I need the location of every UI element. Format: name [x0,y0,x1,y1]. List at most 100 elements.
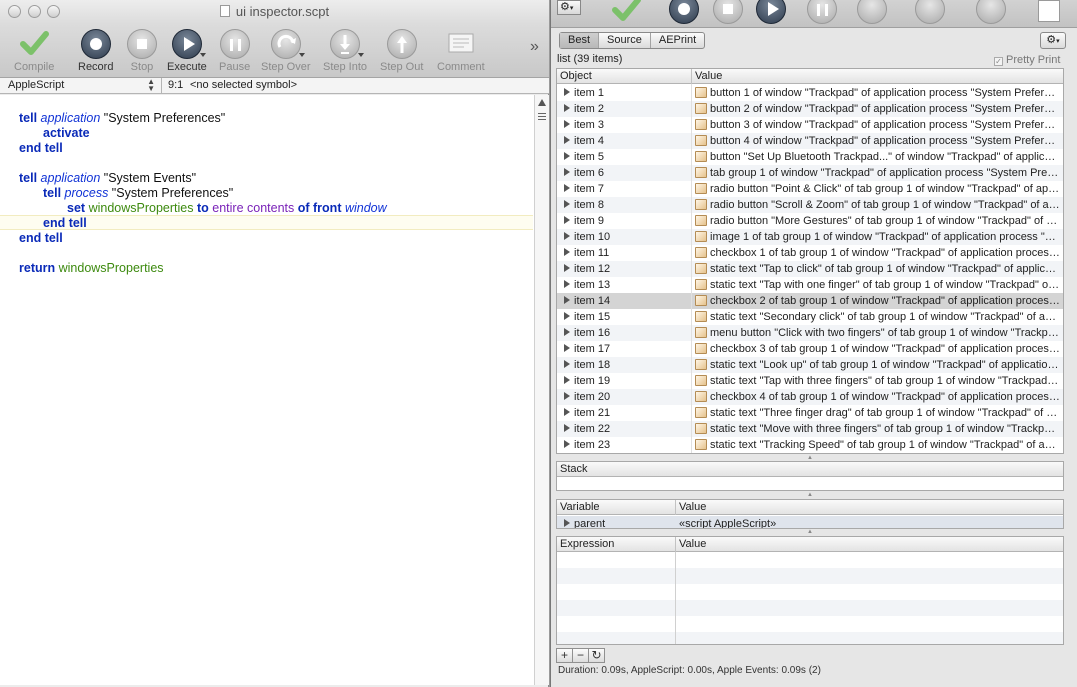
column-header-value[interactable]: Value [676,537,706,551]
disclosure-triangle-icon[interactable] [564,519,570,527]
pause-icon[interactable] [807,0,837,24]
column-header-value[interactable]: Value [676,500,706,514]
step-over-icon[interactable] [857,0,887,24]
column-header-value[interactable]: Value [692,69,722,83]
table-row[interactable]: item 11 checkbox 1 of tab group 1 of wind… [557,245,1063,261]
table-row[interactable]: item 12 static text "Tap to click" of tab… [557,261,1063,277]
remove-expression-button[interactable]: − [572,648,589,663]
table-row[interactable]: item 21 static text "Three finger drag" o… [557,405,1063,421]
symbol-popup[interactable]: <no selected symbol> [190,78,297,93]
step-over-button[interactable]: Step Over [261,29,311,73]
refresh-icon[interactable]: ↻ [588,648,605,663]
disclosure-triangle-icon[interactable] [564,328,570,336]
step-into-icon[interactable] [915,0,945,24]
disclosure-triangle-icon[interactable] [564,216,570,224]
execute-button[interactable]: Execute [167,29,207,73]
table-row[interactable]: item 8 radio button "Scroll & Zoom" of ta… [557,197,1063,213]
disclosure-triangle-icon[interactable] [564,184,570,192]
disclosure-triangle-icon[interactable] [564,264,570,272]
pause-button[interactable]: Pause [219,29,250,73]
table-row[interactable]: item 10 image 1 of tab group 1 of window … [557,229,1063,245]
table-row[interactable]: item 9 radio button "More Gestures" of ta… [557,213,1063,229]
stop-icon[interactable] [713,0,743,24]
disclosure-triangle-icon[interactable] [564,344,570,352]
variable-row[interactable]: parent «script AppleScript» [557,516,1063,528]
tab-aeprint[interactable]: AEPrint [651,33,704,48]
disclosure-triangle-icon[interactable] [564,88,570,96]
disclosure-triangle-icon[interactable] [564,312,570,320]
disclosure-triangle-icon[interactable] [564,440,570,448]
result-gear-button[interactable]: ⚙▾ [1040,32,1066,49]
table-row[interactable]: item 15 static text "Secondary click" of … [557,309,1063,325]
split-view-handle[interactable]: ▲ [556,529,1064,535]
checkmark-icon[interactable] [611,0,641,27]
language-popup[interactable]: AppleScript ▲ ▼ [0,78,162,93]
disclosure-triangle-icon[interactable] [564,168,570,176]
disclosure-triangle-icon[interactable] [564,120,570,128]
table-row[interactable]: item 13 static text "Tap with one finger"… [557,277,1063,293]
disclosure-triangle-icon[interactable] [564,296,570,304]
column-header-variable[interactable]: Variable [557,500,600,514]
record-icon[interactable] [669,0,699,24]
table-row[interactable]: item 4 button 4 of window "Trackpad" of a… [557,133,1063,149]
object-reference-icon [695,375,707,386]
record-button[interactable]: Record [78,29,113,73]
gear-menu-button[interactable]: ⚙▾ [557,0,581,15]
column-header-object[interactable]: Object [557,69,592,83]
disclosure-triangle-icon[interactable] [564,232,570,240]
code-line-2: activate [43,126,90,140]
result-table-scrollbar[interactable] [1065,68,1074,454]
scroll-up-icon[interactable] [538,99,546,106]
disclosure-triangle-icon[interactable] [564,136,570,144]
stack-pane[interactable]: Stack [556,461,1064,491]
table-row[interactable]: item 7 radio button "Point & Click" of ta… [557,181,1063,197]
table-row[interactable]: item 23 static text "Tracking Speed" of t… [557,437,1063,453]
object-reference-icon [695,103,707,114]
disclosure-triangle-icon[interactable] [564,248,570,256]
disclosure-triangle-icon[interactable] [564,104,570,112]
table-row[interactable]: item 2 button 2 of window "Trackpad" of a… [557,101,1063,117]
disclosure-triangle-icon[interactable] [564,408,570,416]
table-row[interactable]: item 5 button "Set Up Bluetooth Trackpad.… [557,149,1063,165]
script-editor-text[interactable]: tell application "System Preferences" ac… [0,95,534,685]
window-titlebar[interactable]: ui inspector.scpt [0,0,549,24]
disclosure-triangle-icon[interactable] [564,152,570,160]
row-object: item 13 [564,277,689,293]
table-row[interactable]: item 16 menu button "Click with two finge… [557,325,1063,341]
disclosure-triangle-icon[interactable] [564,200,570,208]
disclosure-triangle-icon[interactable] [564,424,570,432]
table-row[interactable]: item 17 checkbox 3 of tab group 1 of wind… [557,341,1063,357]
step-into-button[interactable]: Step Into [323,29,367,73]
add-expression-button[interactable]: + [556,648,573,663]
variables-pane[interactable]: Variable Value parent «script AppleScrip… [556,499,1064,529]
table-row[interactable]: item 14 checkbox 2 of tab group 1 of wind… [557,293,1063,309]
document-icon[interactable] [1038,0,1060,22]
pretty-print-checkbox[interactable]: ✓ Pretty Print [994,54,1060,66]
disclosure-triangle-icon[interactable] [564,392,570,400]
tab-best[interactable]: Best [560,33,600,48]
split-view-handle[interactable]: ▲ [556,492,1064,498]
step-out-button[interactable]: Step Out [380,29,423,73]
disclosure-triangle-icon[interactable] [564,360,570,368]
compile-button[interactable]: Compile [14,29,54,73]
step-out-icon[interactable] [976,0,1006,24]
row-object: item 12 [564,261,689,277]
table-row[interactable]: item 18 static text "Look up" of tab grou… [557,357,1063,373]
table-row[interactable]: item 19 static text "Tap with three finge… [557,373,1063,389]
table-row[interactable]: item 6 tab group 1 of window "Trackpad" o… [557,165,1063,181]
column-header-expression[interactable]: Expression [557,537,614,551]
comment-button[interactable]: Comment [437,29,485,73]
tab-source[interactable]: Source [599,33,651,48]
play-icon[interactable] [756,0,786,24]
disclosure-triangle-icon[interactable] [564,376,570,384]
disclosure-triangle-icon[interactable] [564,280,570,288]
toolbar-overflow-icon[interactable]: » [530,38,539,56]
result-table[interactable]: Object Value item 1 button 1 of window "T… [556,68,1064,454]
expressions-pane[interactable]: Expression Value [556,536,1064,645]
table-row[interactable]: item 20 checkbox 4 of tab group 1 of wind… [557,389,1063,405]
table-row[interactable]: item 3 button 3 of window "Trackpad" of a… [557,117,1063,133]
table-row[interactable]: item 1 button 1 of window "Trackpad" of a… [557,85,1063,101]
editor-scrollbar[interactable] [534,95,549,685]
stop-button[interactable]: Stop [127,29,157,73]
table-row[interactable]: item 22 static text "Move with three fing… [557,421,1063,437]
